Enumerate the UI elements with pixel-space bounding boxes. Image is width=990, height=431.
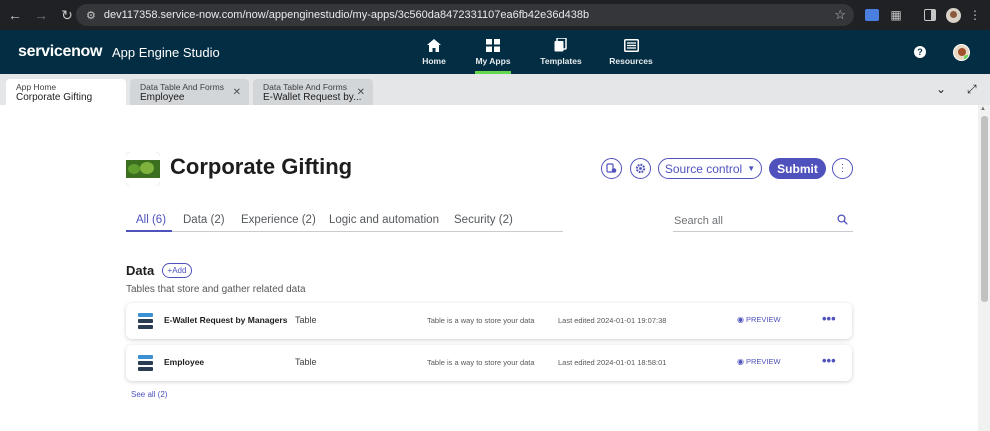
data-row[interactable]: E-Wallet Request by Managers Table Table… — [126, 303, 852, 339]
side-panel-icon[interactable] — [920, 5, 940, 25]
bookmark-star-icon[interactable]: ☆ — [834, 7, 846, 23]
brand-text: servicenow — [18, 43, 103, 60]
nav-resources-label: Resources — [609, 56, 653, 66]
more-options-button[interactable]: ⋮ — [832, 158, 853, 179]
row-description: Table is a way to store your data — [427, 316, 535, 325]
page-title: Corporate Gifting — [170, 154, 353, 179]
help-icon[interactable]: ? — [914, 46, 926, 58]
row-more-icon[interactable]: ••• — [822, 311, 836, 326]
row-last-edited: Last edited 2024-01-01 19:07:38 — [558, 316, 667, 325]
active-tab-indicator — [126, 230, 172, 232]
content-tabs: All (6) Data (2) Experience (2) Logic an… — [126, 212, 563, 232]
tab-security[interactable]: Security (2) — [454, 214, 513, 226]
extensions-puzzle-icon[interactable]: ▦ — [886, 5, 906, 25]
eye-icon: ◉ — [737, 315, 744, 324]
search-placeholder: Search all — [674, 215, 723, 227]
table-icon — [138, 355, 153, 371]
tab-logic-automation[interactable]: Logic and automation — [329, 214, 439, 226]
tab-title: Data Table And Forms — [140, 82, 224, 92]
row-type: Table — [295, 357, 317, 367]
tab-subtitle: Employee — [140, 92, 185, 103]
tab-app-home[interactable]: App Home Corporate Gifting — [6, 79, 126, 105]
nav-templates-label: Templates — [540, 56, 582, 66]
data-section-title: Data — [126, 263, 155, 278]
settings-button[interactable] — [630, 158, 651, 179]
gear-icon — [635, 163, 646, 174]
tab-title: Data Table And Forms — [263, 82, 347, 92]
source-control-dropdown[interactable]: Source control ▼ — [658, 158, 762, 179]
app-engine-studio-title: App Engine Studio — [112, 45, 220, 60]
scroll-up-arrow-icon[interactable]: ▲ — [980, 106, 986, 112]
address-bar[interactable]: ⚙ dev117358.service-now.com/now/appengin… — [76, 4, 854, 26]
row-name[interactable]: E-Wallet Request by Managers — [164, 315, 287, 325]
eye-icon: ◉ — [737, 357, 744, 366]
row-more-icon[interactable]: ••• — [822, 353, 836, 368]
back-icon[interactable]: ← — [4, 4, 26, 26]
tab-data[interactable]: Data (2) — [183, 214, 225, 226]
tab-title: App Home — [16, 82, 57, 92]
nav-home-label: Home — [422, 56, 446, 66]
close-tab-icon[interactable]: ✕ — [233, 87, 241, 98]
reload-icon[interactable]: ↻ — [56, 4, 78, 26]
tab-subtitle: Corporate Gifting — [16, 92, 93, 103]
row-name[interactable]: Employee — [164, 357, 204, 367]
row-last-edited: Last edited 2024-01-01 18:58:01 — [558, 358, 667, 367]
nav-my-apps-label: My Apps — [475, 56, 511, 66]
browser-toolbar: ← → ↻ ⚙ dev117358.service-now.com/now/ap… — [0, 0, 990, 30]
search-icon[interactable] — [837, 214, 848, 225]
templates-icon — [553, 38, 569, 52]
url-text: dev117358.service-now.com/now/appengines… — [103, 9, 590, 21]
tab-ewallet-table[interactable]: Data Table And Forms E-Wallet Request by… — [253, 79, 373, 105]
expand-icon[interactable]: ⤢ — [967, 82, 977, 97]
data-section-description: Tables that store and gather related dat… — [126, 284, 306, 295]
user-avatar[interactable] — [953, 44, 970, 61]
browser-menu-icon[interactable]: ⋮ — [965, 5, 985, 25]
workspace-tabs: App Home Corporate Gifting Data Table An… — [0, 74, 990, 105]
nav-my-apps[interactable]: My Apps — [475, 30, 511, 74]
kebab-icon: ⋮ — [837, 163, 848, 174]
online-status-dot — [964, 55, 969, 60]
forward-icon[interactable]: → — [30, 4, 52, 26]
tab-experience[interactable]: Experience (2) — [241, 214, 316, 226]
app-logo-image — [126, 152, 160, 186]
grid-icon — [485, 38, 501, 52]
add-data-button[interactable]: +Add — [162, 263, 192, 278]
preview-link[interactable]: ◉ PREVIEW — [737, 315, 781, 324]
table-icon — [138, 313, 153, 329]
tab-subtitle: E-Wallet Request by... — [263, 92, 362, 103]
see-all-link[interactable]: See all (2) — [131, 390, 167, 399]
preview-link[interactable]: ◉ PREVIEW — [737, 357, 781, 366]
app-header: servicenow App Engine Studio Home My App… — [0, 30, 990, 74]
browser-profile-avatar[interactable] — [943, 5, 963, 25]
row-description: Table is a way to store your data — [427, 358, 535, 367]
tab-all[interactable]: All (6) — [136, 214, 166, 226]
home-icon — [426, 38, 442, 52]
tab-employee-table[interactable]: Data Table And Forms Employee ✕ — [130, 79, 249, 105]
row-type: Table — [295, 315, 317, 325]
resources-icon — [623, 38, 639, 52]
close-tab-icon[interactable]: ✕ — [357, 87, 365, 98]
app-details-icon — [606, 163, 617, 173]
nav-home[interactable]: Home — [418, 30, 450, 74]
chevron-down-icon[interactable]: ⌄ — [936, 82, 946, 96]
servicenow-logo[interactable]: servicenow — [18, 43, 102, 61]
source-control-label: Source control — [664, 161, 743, 176]
app-details-button[interactable] — [601, 158, 622, 179]
data-row[interactable]: Employee Table Table is a way to store y… — [126, 345, 852, 381]
nav-templates[interactable]: Templates — [538, 30, 584, 74]
preview-label: PREVIEW — [745, 315, 781, 324]
caret-down-icon: ▼ — [747, 164, 756, 173]
site-info-icon[interactable]: ⚙ — [86, 9, 96, 22]
search-input[interactable]: Search all — [673, 212, 853, 232]
submit-button[interactable]: Submit — [769, 158, 826, 179]
nav-resources[interactable]: Resources — [609, 30, 653, 74]
translate-extension-icon[interactable] — [862, 5, 882, 25]
scrollbar-thumb[interactable] — [981, 116, 988, 302]
preview-label: PREVIEW — [745, 357, 781, 366]
